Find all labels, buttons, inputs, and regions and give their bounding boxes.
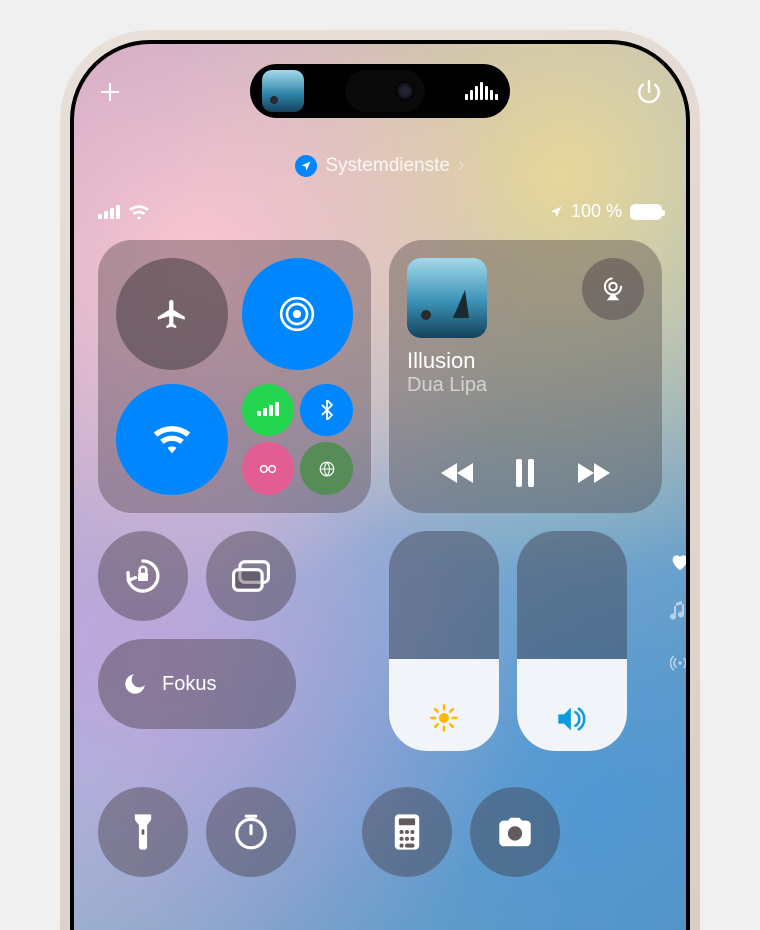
track-title: Illusion <box>407 348 644 374</box>
broadcast-icon <box>670 653 686 673</box>
battery-percentage: 100 % <box>571 201 622 222</box>
wifi-toggle[interactable] <box>116 384 228 496</box>
rewind-button[interactable] <box>439 461 475 485</box>
location-badge <box>295 155 317 177</box>
wifi-status-icon <box>128 204 150 220</box>
now-playing-thumbnail <box>262 70 304 112</box>
forward-button[interactable] <box>576 461 612 485</box>
sun-icon <box>429 703 459 733</box>
camera-icon <box>495 816 535 848</box>
airplane-mode-toggle[interactable] <box>116 258 228 370</box>
system-services-link[interactable]: Systemdienste › <box>98 154 662 177</box>
airdrop-toggle[interactable] <box>242 258 354 370</box>
focus-button[interactable]: Fokus <box>98 639 296 729</box>
front-camera <box>395 81 415 101</box>
rewind-icon <box>439 461 475 485</box>
sensor-housing <box>345 70 425 112</box>
location-status-icon <box>549 205 563 219</box>
focus-label: Fokus <box>162 673 216 696</box>
wifi-icon <box>153 424 191 454</box>
connectivity-more-cluster[interactable] <box>242 384 354 496</box>
calculator-icon <box>393 813 421 851</box>
moon-icon <box>122 671 148 697</box>
vpn-toggle[interactable] <box>300 442 353 495</box>
plus-icon <box>98 80 122 104</box>
screen-mirror-icon <box>232 560 270 592</box>
rotation-lock-toggle[interactable] <box>98 531 188 621</box>
dynamic-island[interactable] <box>250 64 510 118</box>
airdrop-icon <box>277 294 317 334</box>
media-playback-tile[interactable]: Illusion Dua Lipa <box>389 240 662 513</box>
chevron-right-icon: › <box>458 154 465 177</box>
airplay-icon <box>598 274 628 304</box>
airplane-icon <box>155 297 189 331</box>
pause-button[interactable] <box>514 459 536 487</box>
screen-mirroring-button[interactable] <box>206 531 296 621</box>
phone-frame: Systemdienste › 100 % <box>60 30 700 930</box>
location-arrow-icon <box>300 160 312 172</box>
battery-icon <box>630 204 662 220</box>
cellular-data-toggle[interactable] <box>242 384 295 437</box>
track-artist: Dua Lipa <box>407 374 644 397</box>
volume-slider[interactable] <box>517 531 627 751</box>
cellular-icon <box>257 404 279 416</box>
timer-icon <box>232 813 270 851</box>
heart-icon <box>670 553 686 571</box>
add-control-button[interactable] <box>98 80 122 104</box>
hotspot-icon <box>258 463 278 475</box>
timer-button[interactable] <box>206 787 296 877</box>
control-center-screen: Systemdienste › 100 % <box>74 44 686 930</box>
airplay-button[interactable] <box>582 258 644 320</box>
pause-icon <box>514 459 536 487</box>
music-note-icon <box>670 601 686 623</box>
audio-visualizer-icon <box>465 82 498 100</box>
connectivity-tile[interactable] <box>98 240 371 513</box>
power-icon <box>636 79 662 105</box>
bluetooth-icon <box>319 400 335 420</box>
bluetooth-toggle[interactable] <box>300 384 353 437</box>
flashlight-button[interactable] <box>98 787 188 877</box>
album-art <box>407 258 487 338</box>
brightness-slider[interactable] <box>389 531 499 751</box>
forward-icon <box>576 461 612 485</box>
speaker-icon <box>556 705 588 733</box>
power-button[interactable] <box>636 79 662 105</box>
camera-button[interactable] <box>470 787 560 877</box>
vpn-icon <box>318 460 336 478</box>
cellular-signal-icon <box>98 205 120 219</box>
calculator-button[interactable] <box>362 787 452 877</box>
flashlight-icon <box>133 813 153 851</box>
rotation-lock-icon <box>123 556 163 596</box>
personal-hotspot-toggle[interactable] <box>242 442 295 495</box>
system-services-label: Systemdienste <box>325 155 450 177</box>
status-bar: 100 % <box>98 201 662 222</box>
